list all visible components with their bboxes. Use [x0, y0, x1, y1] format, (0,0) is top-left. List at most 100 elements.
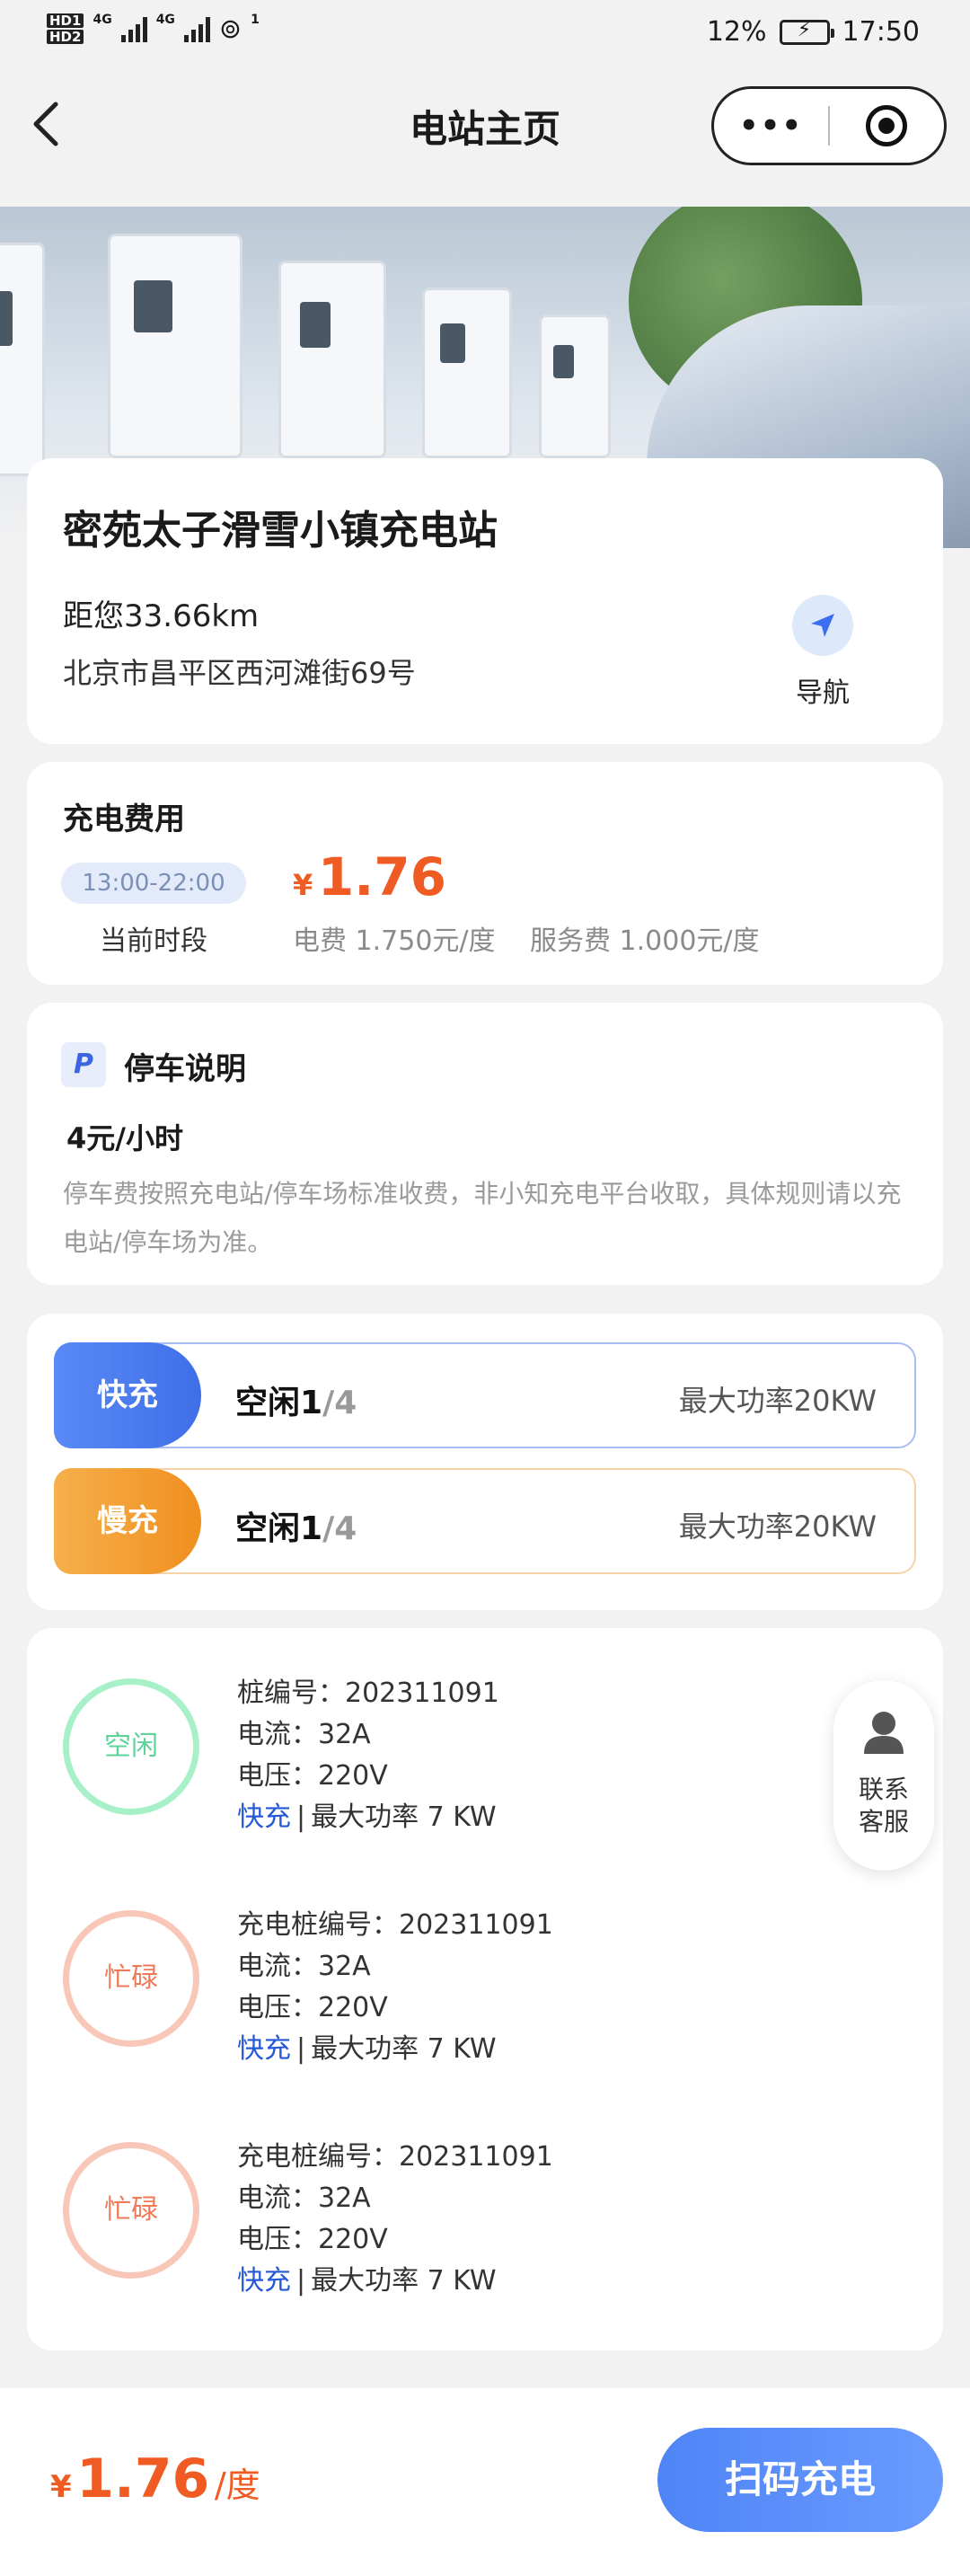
fee-title: 充电费用: [63, 801, 185, 837]
pile-power: 最大功率 7 KW: [311, 2265, 497, 2297]
signal-icon-2: [183, 15, 210, 42]
separator: |: [296, 2033, 306, 2065]
separator: |: [296, 1801, 306, 1833]
fast-charge-row[interactable]: 快充 空闲1/4 最大功率20KW: [54, 1342, 916, 1448]
pile-details: 桩编号：202311091 电流：32A 电压：220V 快充 | 最大功率 7 K…: [237, 1673, 499, 1838]
total-number: /4: [322, 1510, 357, 1547]
pile-voltage: 电压：220V: [237, 1760, 388, 1792]
scan-to-charge-button[interactable]: 扫码充电: [657, 2428, 943, 2532]
fast-charge-tag: 快充: [54, 1342, 201, 1448]
status-bar: HD1 HD2 4G 4G ⊚ 1 12% ⚡ 17:50: [0, 0, 970, 72]
charger-illustration: [278, 261, 386, 458]
pile-type-power: 快充 | 最大功率 7 KW: [237, 1797, 499, 1838]
pile-details: 充电桩编号：202311091 电流：32A 电压：220V 快充 | 最大功率 7…: [237, 1905, 553, 2070]
pile-type-power: 快充 | 最大功率 7 KW: [237, 2261, 553, 2302]
pile-voltage: 电压：220V: [237, 1992, 388, 2023]
fast-max-power: 最大功率20KW: [678, 1384, 877, 1418]
fee-price: ¥ 1.76: [293, 846, 446, 907]
currency-symbol: ¥: [293, 868, 313, 902]
slow-charge-row[interactable]: 慢充 空闲1/4 最大功率20KW: [54, 1468, 916, 1574]
sim-indicator: HD1 HD2: [47, 13, 84, 45]
status-left: HD1 HD2 4G 4G ⊚ 1: [47, 13, 260, 45]
service-fee: 服务费 1.000元/度: [530, 925, 760, 957]
close-miniapp-button[interactable]: [830, 105, 944, 146]
pile-status-ring: 忙碌: [63, 1910, 199, 2047]
slow-max-power: 最大功率20KW: [678, 1509, 877, 1544]
pile-status-ring: 空闲: [63, 1678, 199, 1815]
charger-illustration: [108, 234, 242, 458]
battery-icon: ⚡: [779, 19, 834, 45]
idle-label: 空闲: [235, 1385, 301, 1421]
station-info-card: 密苑太子滑雪小镇充电站 距您33.66km 北京市昌平区西河滩街69号 导航: [27, 458, 943, 744]
price-unit: /度: [214, 2465, 260, 2505]
port-availability-card: 快充 空闲1/4 最大功率20KW 慢充 空闲1/4 最大功率20KW: [27, 1314, 943, 1610]
parking-icon: P: [61, 1042, 106, 1087]
service-label-line2: 客服: [858, 1807, 909, 1837]
pile-type: 快充: [237, 2033, 291, 2065]
total-number: /4: [322, 1385, 357, 1421]
agent-avatar-icon: [864, 1712, 904, 1754]
slow-idle-count: 空闲1/4: [235, 1502, 357, 1549]
bottom-action-bar: ¥ 1.76 /度 扫码充电: [0, 2388, 970, 2576]
electricity-fee: 电费 1.750元/度: [293, 925, 496, 957]
slow-charge-tag: 慢充: [54, 1468, 201, 1574]
station-distance: 距您33.66km: [63, 598, 260, 634]
customer-service-button[interactable]: 联系 客服: [833, 1680, 934, 1871]
separator: |: [296, 2265, 306, 2297]
charging-pile-list: 空闲 桩编号：202311091 电流：32A 电压：220V 快充 | 最大功率 …: [27, 1628, 943, 2350]
target-icon: [866, 105, 908, 146]
parking-info-card: P 停车说明 4元/小时 停车费按照充电站/停车场标准收费，非小知充电平台收取，…: [27, 1003, 943, 1285]
network-type-2: 4G: [155, 13, 175, 27]
bottom-price-value: 1.76: [76, 2448, 210, 2510]
pile-id: 充电桩编号：202311091: [237, 2141, 553, 2173]
station-name: 密苑太子滑雪小镇充电站: [63, 508, 498, 553]
pile-status-ring: 忙碌: [63, 2142, 199, 2279]
pile-voltage: 电压：220V: [237, 2224, 388, 2255]
sim2-label: HD2: [47, 30, 84, 44]
pile-current: 电流：32A: [237, 2182, 371, 2214]
pile-current: 电流：32A: [237, 1719, 371, 1750]
idle-number: 1: [300, 1510, 323, 1547]
charger-illustration: [0, 243, 45, 476]
pile-id: 充电桩编号：202311091: [237, 1909, 553, 1941]
bottom-price: ¥ 1.76 /度: [50, 2448, 260, 2510]
pile-type: 快充: [237, 2265, 291, 2297]
navigate-button[interactable]: [792, 595, 853, 656]
fast-idle-count: 空闲1/4: [235, 1377, 357, 1423]
pile-id: 桩编号：202311091: [237, 1677, 499, 1709]
navigate-label[interactable]: 导航: [792, 670, 853, 710]
status-right: 12% ⚡ 17:50: [707, 16, 920, 48]
customer-service-label: 联系 客服: [833, 1774, 934, 1838]
pile-item[interactable]: 空闲 桩编号：202311091 电流：32A 电压：220V 快充 | 最大功率 …: [27, 1637, 943, 1844]
pile-item[interactable]: 忙碌 充电桩编号：202311091 电流：32A 电压：220V 快充 | 最大功…: [27, 2101, 943, 2307]
fee-price-value: 1.76: [317, 846, 446, 907]
parking-price: 4元/小时: [66, 1121, 183, 1155]
hotspot-icon: ⊚: [218, 13, 242, 45]
pile-details: 充电桩编号：202311091 电流：32A 电压：220V 快充 | 最大功率 7…: [237, 2137, 553, 2302]
more-dots-icon: •••: [738, 108, 804, 144]
idle-number: 1: [300, 1385, 323, 1421]
pile-type-power: 快充 | 最大功率 7 KW: [237, 2029, 553, 2070]
hotspot-count: 1: [251, 13, 260, 27]
battery-percent: 12%: [706, 16, 767, 48]
charging-fee-card: 充电费用 13:00-22:00 当前时段 ¥ 1.76 电费 1.750元/度…: [27, 762, 943, 985]
sim1-label: HD1: [47, 13, 84, 28]
idle-label: 空闲: [235, 1510, 301, 1547]
pile-power: 最大功率 7 KW: [311, 1801, 497, 1833]
pile-power: 最大功率 7 KW: [311, 2033, 497, 2065]
clock: 17:50: [842, 16, 920, 48]
current-period-label: 当前时段: [100, 925, 207, 957]
time-period-badge: 13:00-22:00: [61, 863, 246, 904]
parking-description: 停车费按照充电站/停车场标准收费，非小知充电平台收取，具体规则请以充电站/停车场…: [63, 1179, 902, 1257]
navigation-arrow-icon: [811, 614, 834, 637]
station-address: 北京市昌平区西河滩街69号: [63, 656, 416, 690]
parking-title: 停车说明: [124, 1051, 246, 1087]
nav-header: 电站主页 •••: [0, 72, 970, 207]
charger-illustration: [539, 314, 611, 458]
service-label-line1: 联系: [858, 1775, 909, 1804]
miniapp-capsule: •••: [711, 86, 947, 165]
pile-type: 快充: [237, 1801, 291, 1833]
pile-item[interactable]: 忙碌 充电桩编号：202311091 电流：32A 电压：220V 快充 | 最大功…: [27, 1869, 943, 2076]
more-button[interactable]: •••: [714, 108, 828, 144]
currency-symbol: ¥: [50, 2469, 72, 2505]
